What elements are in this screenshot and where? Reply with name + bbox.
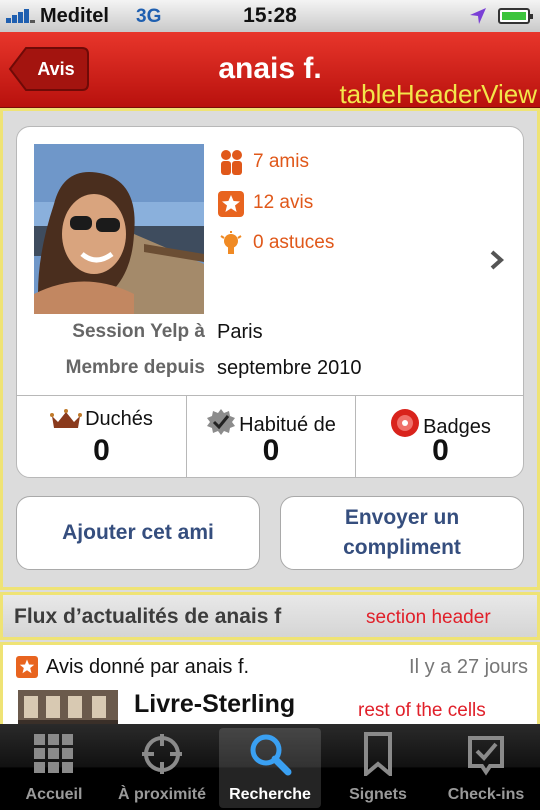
badges-count[interactable]: Badges 0 (355, 396, 523, 477)
location-arrow-icon (470, 8, 486, 24)
navigation-bar: Avis anais f. tableHeaderView (0, 32, 540, 108)
tab-checkins[interactable]: Check-ins (432, 724, 540, 810)
send-compliment-label-line2: compliment (343, 536, 461, 559)
avatar[interactable] (34, 144, 204, 314)
duchies-value: 0 (93, 434, 110, 467)
tab-home-label: Accueil (25, 786, 83, 803)
reviews-count-label: 12 avis (253, 192, 314, 213)
tab-nearby[interactable]: À proximité (108, 724, 216, 810)
regular-at-count[interactable]: Habitué de 0 (186, 396, 355, 477)
checkmark-badge-icon (207, 409, 236, 435)
status-bar: Meditel 3G 15:28 (0, 0, 540, 32)
crosshair-icon (142, 734, 182, 774)
friends-icon (221, 150, 242, 175)
tab-bookmarks-label: Signets (349, 786, 407, 803)
tab-search-label: Recherche (229, 786, 311, 803)
regular-at-value: 0 (262, 434, 280, 467)
yelp-session-value: Paris (217, 321, 263, 343)
tab-bar: Accueil À proximité Recherche Signets Ch… (0, 724, 540, 810)
member-since-value: septembre 2010 (217, 357, 362, 379)
tab-checkins-label: Check-ins (447, 786, 525, 803)
counts-row: Duchés 0 Habitué de 0 Badges 0 (17, 395, 523, 477)
cells-outline (0, 642, 540, 724)
battery-icon (498, 8, 533, 24)
section-header-outline (0, 592, 540, 640)
tab-home[interactable]: Accueil (0, 724, 108, 810)
crown-icon (50, 409, 83, 428)
tab-search[interactable]: Recherche (219, 728, 321, 808)
checkin-icon (468, 736, 504, 776)
friends-count-label: 7 amis (253, 151, 309, 172)
content-area[interactable]: 7 amis 12 avis 0 astuces Session Yelp à … (0, 108, 540, 724)
tab-nearby-label: À proximité (117, 786, 206, 803)
tab-bookmarks[interactable]: Signets (324, 724, 432, 810)
send-compliment-button[interactable]: Envoyer un compliment (280, 496, 524, 570)
back-button[interactable]: Avis (8, 46, 90, 92)
badges-value: 0 (432, 434, 449, 467)
add-friend-label: Ajouter cet ami (62, 521, 214, 544)
duchies-count[interactable]: Duchés 0 (17, 396, 186, 477)
tip-lightbulb-icon (220, 231, 242, 254)
search-icon (250, 734, 292, 776)
send-compliment-label-line1: Envoyer un (344, 506, 460, 529)
regular-at-label: Habitué de (239, 414, 336, 436)
profile-card: 7 amis 12 avis 0 astuces Session Yelp à … (16, 126, 524, 478)
grid-icon (34, 734, 73, 773)
duchies-label: Duchés (85, 408, 153, 430)
add-friend-button[interactable]: Ajouter cet ami (16, 496, 260, 570)
back-button-label: Avis (37, 59, 75, 79)
member-since-label: Membre depuis (65, 357, 205, 378)
tips-count-label: 0 astuces (253, 232, 335, 253)
bookmark-icon (364, 732, 392, 776)
clock: 15:28 (243, 4, 297, 27)
review-star-icon (218, 191, 244, 217)
yelp-session-label: Session Yelp à (72, 321, 205, 342)
table-header-view-annotation: tableHeaderView (339, 79, 537, 109)
chevron-right-icon[interactable] (489, 249, 505, 271)
